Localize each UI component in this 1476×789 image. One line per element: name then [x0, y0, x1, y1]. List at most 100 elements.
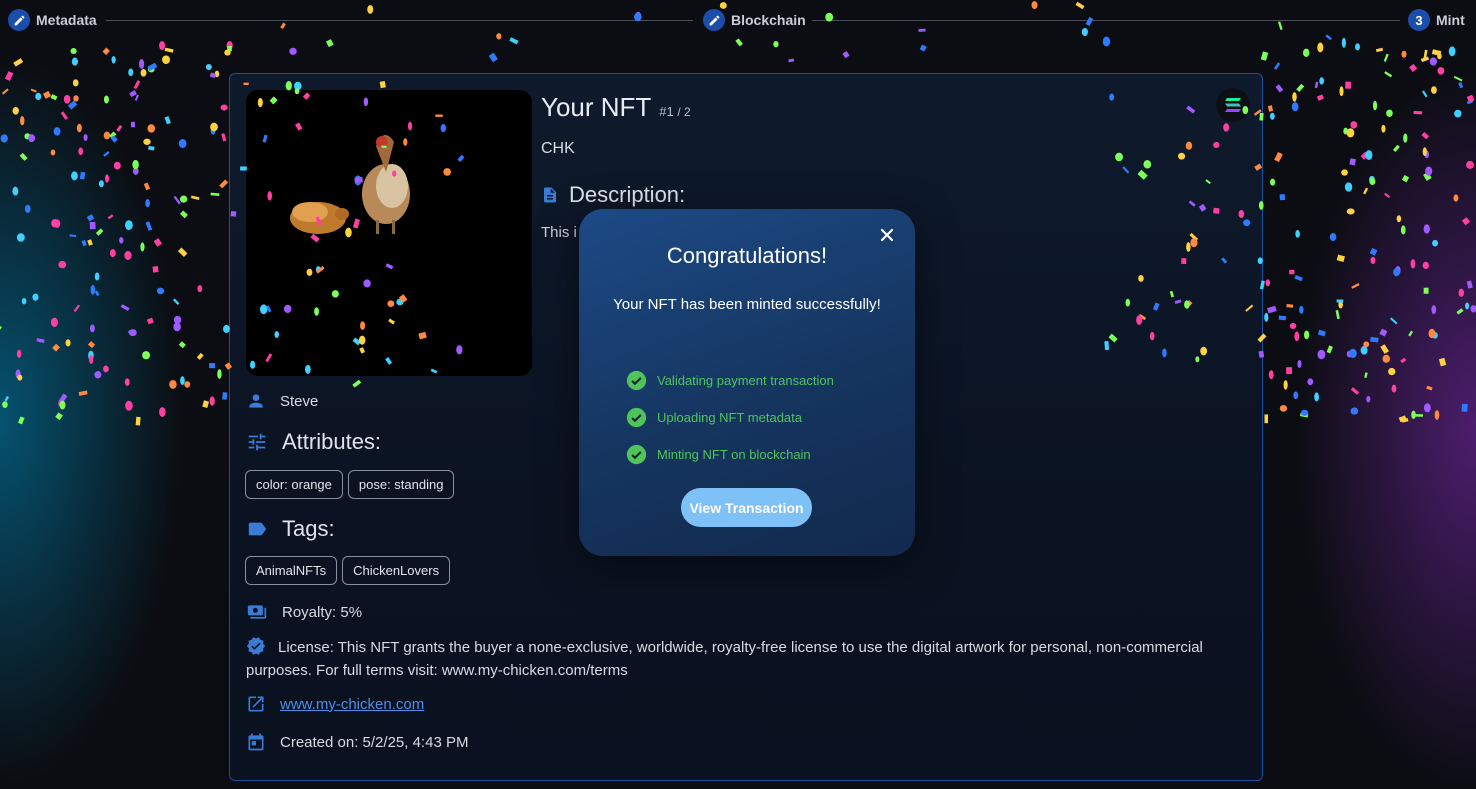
confetti-piece — [107, 214, 114, 220]
confetti-piece — [103, 131, 111, 140]
confetti-piece — [35, 92, 42, 101]
confetti-piece — [1411, 410, 1416, 420]
confetti-piece — [217, 369, 222, 379]
confetti-piece — [1317, 329, 1326, 337]
confetti-piece — [1369, 177, 1376, 186]
confetti-piece — [1279, 194, 1286, 201]
confetti-piece — [79, 171, 86, 180]
description-text: This i — [541, 224, 577, 241]
attribute-chip[interactable]: color: orange — [245, 470, 343, 499]
confetti-piece — [1461, 403, 1468, 412]
confetti-piece — [140, 242, 145, 252]
confetti-piece — [1423, 287, 1429, 294]
confetti-piece — [1434, 410, 1440, 421]
confetti-piece — [24, 133, 31, 140]
confetti-piece — [1350, 121, 1358, 129]
confetti-piece — [119, 237, 124, 244]
confetti-piece — [124, 378, 130, 386]
confetti-piece — [1380, 344, 1389, 354]
confetti-piece — [1270, 178, 1276, 186]
check-circle-icon — [626, 444, 647, 465]
confetti-piece — [109, 249, 116, 258]
tag-chip[interactable]: ChickenLovers — [342, 556, 451, 585]
confetti-piece — [1369, 175, 1375, 184]
tag-chip[interactable]: AnimalNFTs — [245, 556, 338, 585]
confetti-piece — [153, 238, 163, 247]
confetti-piece — [50, 149, 56, 156]
solana-logo-icon — [1216, 88, 1250, 122]
confetti-piece — [1370, 256, 1376, 265]
step-blockchain[interactable]: Blockchain — [703, 9, 806, 31]
confetti-piece — [59, 400, 66, 410]
confetti-piece — [69, 234, 77, 238]
confetti-piece — [103, 365, 109, 373]
confetti-piece — [130, 121, 135, 128]
confetti-piece — [1364, 372, 1368, 379]
confetti-piece — [147, 124, 156, 133]
step-number: 3 — [1408, 9, 1430, 31]
confetti-piece — [224, 49, 231, 56]
confetti-piece — [1300, 409, 1309, 416]
confetti-piece — [1294, 331, 1300, 342]
confetti-piece — [50, 317, 58, 328]
confetti-piece — [103, 150, 110, 157]
confetti-piece — [63, 94, 71, 104]
website-link[interactable]: www.my-chicken.com — [280, 696, 424, 713]
confetti-piece — [205, 64, 212, 71]
confetti-piece — [21, 297, 27, 305]
step-label: Mint — [1436, 12, 1465, 28]
confetti-piece — [138, 59, 145, 69]
license-text: License: This NFT grants the buyer a non… — [246, 636, 1226, 682]
confetti-piece — [1431, 49, 1442, 56]
confetti-piece — [1275, 84, 1284, 93]
tag-chips: AnimalNFTs ChickenLovers — [245, 556, 451, 585]
confetti-piece — [164, 47, 174, 53]
calendar-icon — [248, 733, 264, 751]
description-heading: Description: — [541, 182, 685, 208]
confetti-piece — [1372, 100, 1378, 111]
confetti-piece — [209, 72, 217, 79]
confetti-piece — [1400, 357, 1407, 364]
confetti-piece — [1466, 280, 1473, 289]
nft-image — [246, 90, 532, 376]
confetti-piece — [1297, 360, 1302, 368]
confetti-piece — [1386, 109, 1393, 117]
confetti-piece — [1269, 112, 1275, 120]
confetti-piece — [52, 343, 61, 352]
confetti-piece — [1393, 267, 1400, 277]
confetti-piece — [1426, 385, 1433, 391]
confetti-piece — [1466, 100, 1474, 105]
confetti-piece — [103, 95, 109, 104]
confetti-piece — [1265, 279, 1271, 287]
confetti-piece — [17, 416, 25, 425]
confetti-piece — [177, 247, 188, 257]
close-icon[interactable] — [877, 225, 897, 245]
confetti-piece — [169, 379, 177, 389]
confetti-piece — [58, 399, 65, 408]
step-mint[interactable]: 3 Mint — [1408, 9, 1465, 31]
confetti-piece — [1384, 192, 1391, 198]
confetti-piece — [226, 41, 233, 50]
confetti-piece — [4, 395, 10, 402]
confetti-piece — [1349, 158, 1356, 166]
confetti-piece — [15, 369, 21, 379]
confetti-piece — [1299, 305, 1304, 314]
confetti-piece — [129, 90, 137, 98]
confetti-piece — [1384, 71, 1393, 78]
confetti-piece — [1421, 131, 1430, 140]
creator-name: Steve — [280, 392, 319, 410]
confetti-piece — [1403, 133, 1408, 143]
confetti-piece — [1428, 328, 1436, 339]
attribute-chip[interactable]: pose: standing — [347, 470, 455, 499]
confetti-piece — [1470, 305, 1476, 313]
confetti-piece — [73, 95, 79, 102]
confetti-piece — [65, 339, 71, 347]
view-transaction-button[interactable]: View Transaction — [681, 488, 812, 527]
confetti-piece — [179, 210, 188, 219]
step-metadata[interactable]: Metadata — [8, 9, 97, 31]
confetti-piece — [164, 116, 171, 125]
confetti-piece — [125, 220, 133, 231]
confetti-piece — [1295, 230, 1300, 238]
confetti-piece — [81, 239, 87, 247]
confetti-piece — [1423, 49, 1428, 59]
